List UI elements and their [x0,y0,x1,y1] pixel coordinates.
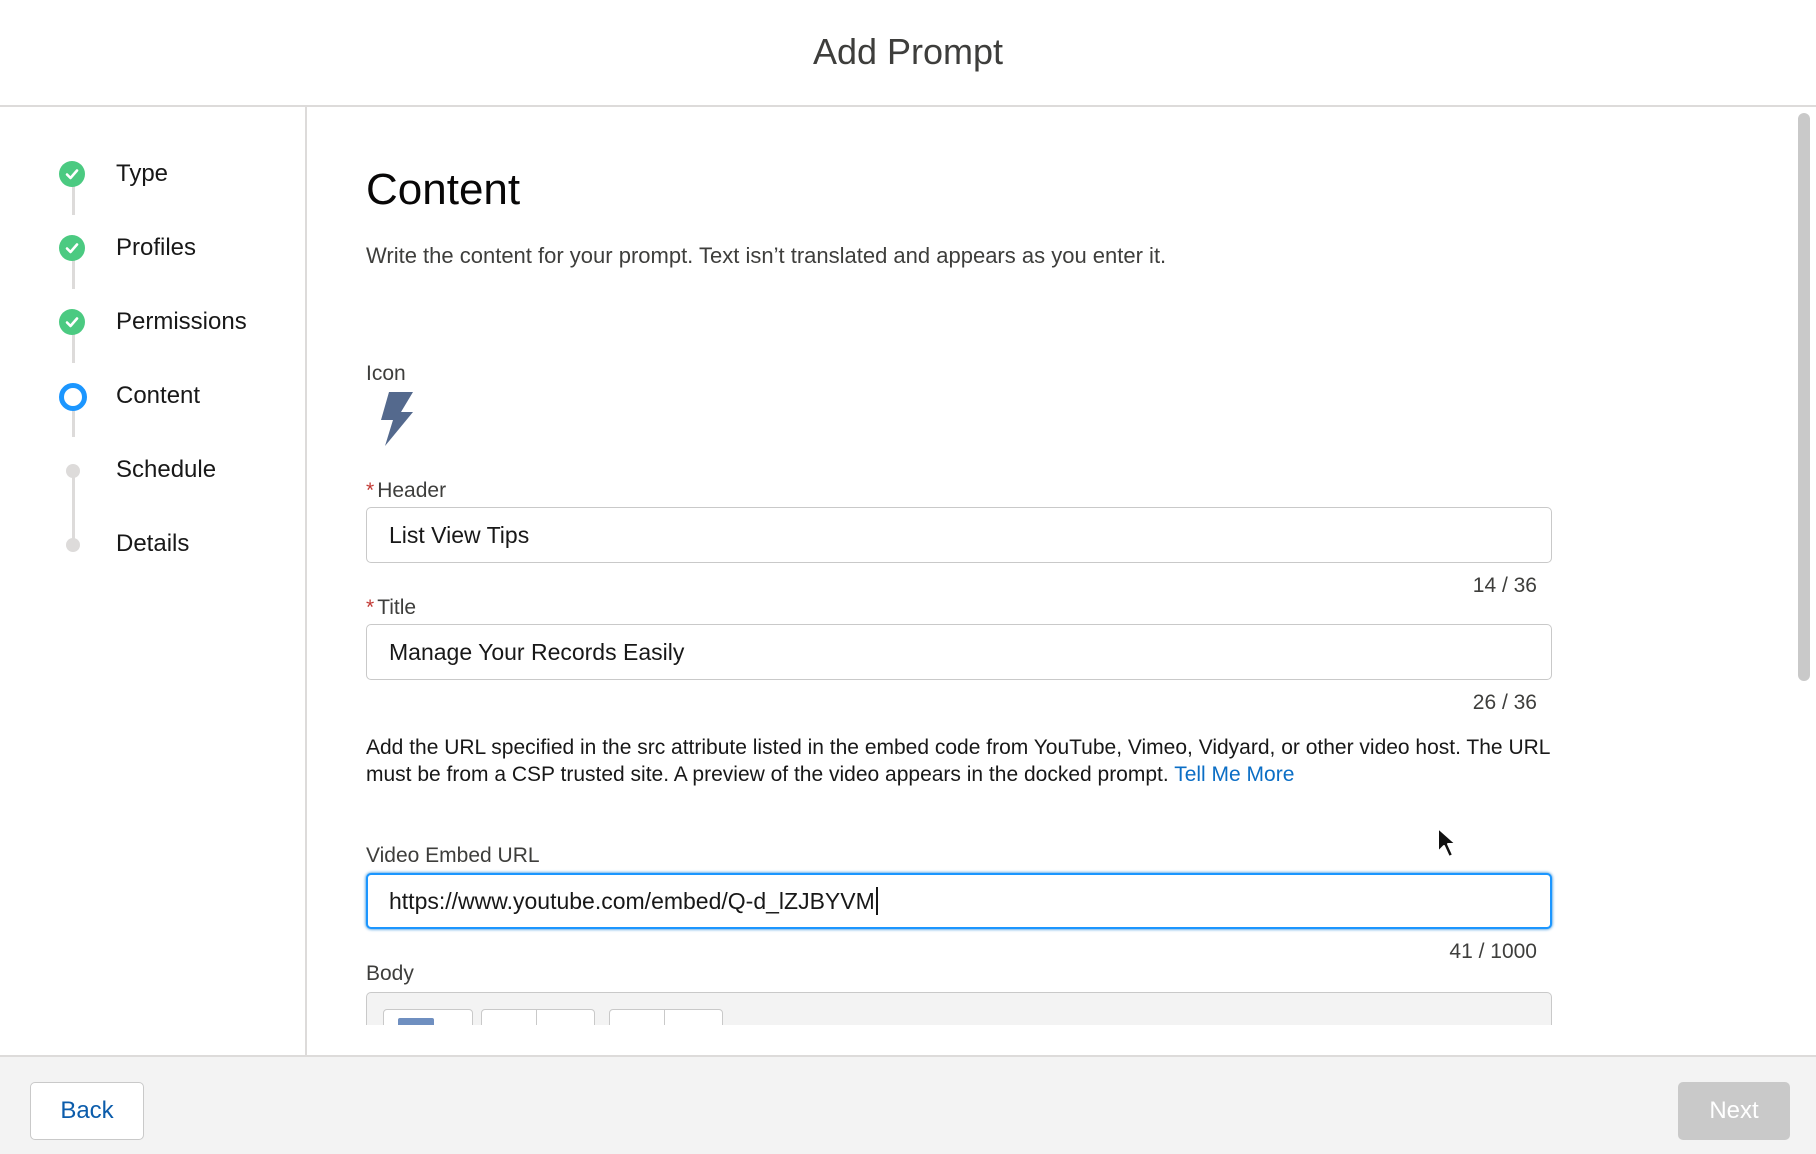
toolbar-group [609,1009,723,1025]
wizard-steps: Type Profiles Permissions Content Schedu… [0,107,307,1055]
header-input[interactable]: List View Tips [366,507,1552,563]
mouse-pointer-icon [1436,826,1462,860]
body-label: Body [366,962,414,985]
format-dropdown-button[interactable] [384,1010,472,1025]
step-profiles[interactable]: Profiles [0,228,300,268]
title-label-text: Title [377,596,417,619]
step-label: Schedule [116,456,217,483]
step-permissions[interactable]: Permissions [0,302,300,342]
video-url-input[interactable]: https://www.youtube.com/embed/Q-d_lZJBYV… [366,873,1552,929]
video-url-value: https://www.youtube.com/embed/Q-d_lZJBYV… [389,887,875,914]
required-marker: * [366,596,375,619]
tell-me-more-link[interactable]: Tell Me More [1174,763,1294,786]
scrollbar-thumb[interactable] [1798,113,1810,681]
title-label: * Title [366,596,416,620]
numbered-list-button[interactable] [665,1010,719,1025]
bulleted-list-button[interactable] [610,1010,665,1025]
step-details[interactable]: Details [0,524,300,564]
step-label: Details [116,530,190,557]
content-panel: Content Write the content for your promp… [307,107,1787,1025]
step-label: Profiles [116,234,197,261]
page-description: Write the content for your prompt. Text … [366,243,1167,268]
title-value: Manage Your Records Easily [389,638,685,665]
modal-footer: Back Next [0,1055,1816,1154]
pending-step-icon [66,464,80,478]
check-icon [59,309,85,335]
header-char-counter: 14 / 36 [1472,574,1537,597]
modal-header: Add Prompt [0,0,1816,107]
header-value: List View Tips [389,521,530,548]
video-url-char-counter: 41 / 1000 [1449,940,1537,963]
check-icon [59,235,85,261]
page-title: Content [366,165,521,214]
toolbar-group [481,1009,595,1025]
step-content[interactable]: Content [0,376,300,416]
step-type[interactable]: Type [0,154,300,194]
header-label: * Header [366,479,446,503]
italic-button[interactable] [537,1010,591,1025]
title-char-counter: 26 / 36 [1472,691,1537,714]
video-help-body: Add the URL specified in the src attribu… [366,736,1550,786]
step-label: Type [116,160,169,187]
current-step-icon [59,383,87,411]
toolbar-group [383,1009,473,1025]
video-url-label: Video Embed URL [366,844,540,867]
required-marker: * [366,479,375,502]
bold-button[interactable] [482,1010,537,1025]
lightning-bolt-icon[interactable] [373,390,417,448]
step-label: Content [116,382,201,409]
step-label: Permissions [116,308,247,335]
check-icon [59,161,85,187]
step-schedule[interactable]: Schedule [0,450,300,490]
back-button[interactable]: Back [30,1082,144,1140]
pending-step-icon [66,538,80,552]
icon-label: Icon [366,362,406,385]
body-rich-text-editor[interactable] [366,992,1552,1025]
modal-title: Add Prompt [812,30,1004,72]
next-button[interactable]: Next [1678,1082,1790,1140]
title-input[interactable]: Manage Your Records Easily [366,624,1552,680]
text-caret [875,887,878,915]
video-help-text: Add the URL specified in the src attribu… [366,734,1556,788]
header-label-text: Header [377,479,447,502]
